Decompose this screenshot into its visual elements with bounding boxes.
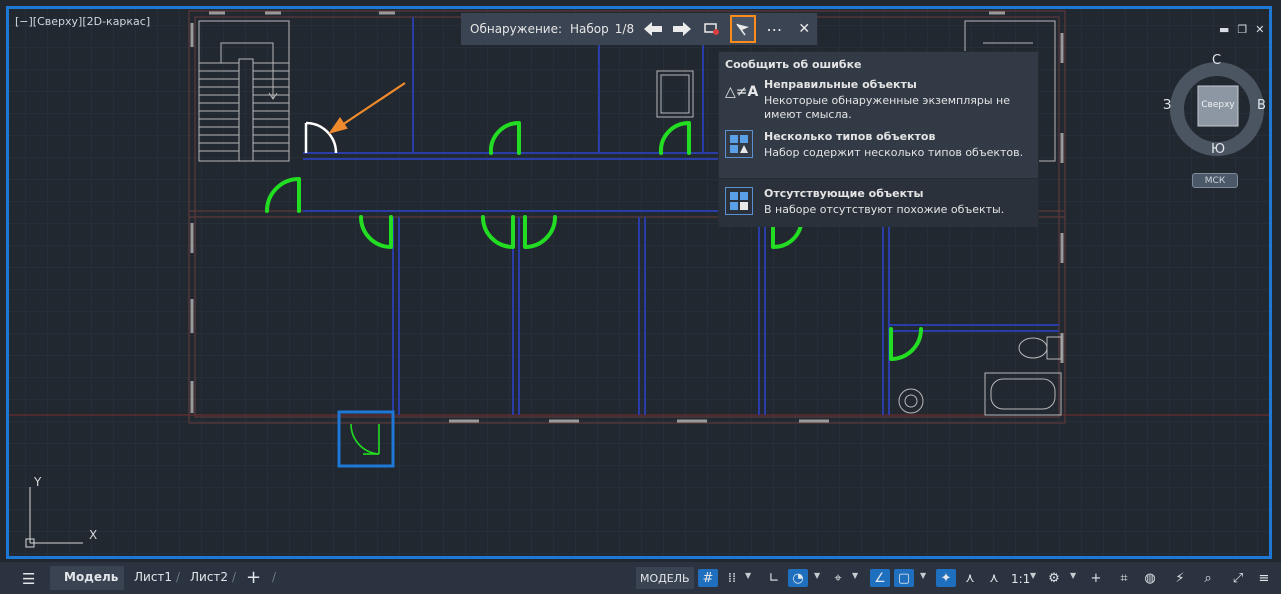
ucs-x-label: X <box>89 528 98 542</box>
annotation-scale-icon[interactable]: ⋏ <box>984 569 1004 587</box>
wcs-label: МСК <box>1204 175 1226 186</box>
viewport-window-controls: ▬ ❐ ✕ <box>1219 23 1265 36</box>
not-equal-icon: △≠A <box>725 84 759 100</box>
dynamic-ucs-icon[interactable]: ∠ <box>870 569 890 587</box>
hamburger-menu-icon[interactable]: ☰ <box>22 570 35 588</box>
zoom-selection-icon <box>703 23 719 35</box>
minimize-icon[interactable]: ▬ <box>1219 23 1229 36</box>
menu-item-missing-objects[interactable]: Отсутствующие объекты В наборе отсутству… <box>719 178 1038 227</box>
snap-icon[interactable]: ⁞⁞ <box>722 569 742 587</box>
menu-item-multiple-types[interactable]: Несколько типов объектов Набор содержит … <box>719 126 1038 178</box>
close-toolbar-button[interactable]: ✕ <box>792 15 817 43</box>
close-icon: ✕ <box>798 21 811 37</box>
tab-layout1[interactable]: Лист1 <box>134 570 172 584</box>
navcube[interactable]: Сверху С Ю З В <box>1163 53 1267 159</box>
fullscreen-icon[interactable]: ⤢ <box>1228 569 1248 587</box>
more-button[interactable]: ⋯ <box>762 15 787 43</box>
tab-model-label: Модель <box>64 570 119 584</box>
arrow-right-icon <box>673 22 692 36</box>
detect-toolbar: Обнаружение: Набор 1/8 ⋯ ✕ <box>461 13 817 45</box>
compass-west[interactable]: З <box>1163 98 1171 113</box>
status-bar: ☰ Модель Лист1 / Лист2 / + / МОДЕЛЬ # ⁞⁞… <box>0 562 1281 594</box>
units-icon[interactable]: ⌗ <box>1114 569 1134 587</box>
multiple-types-icon <box>725 130 753 158</box>
annotation-monitor-icon[interactable]: + <box>1086 569 1106 587</box>
grid-icon[interactable]: # <box>698 569 718 587</box>
object-snap-icon[interactable]: ▢ <box>894 569 914 587</box>
drawing-viewport[interactable]: [−][Сверху][2D-каркас] Y X ▬ ❐ ✕ Сверху … <box>6 6 1272 559</box>
annotation-scale-value[interactable]: 1:1 <box>1011 572 1030 586</box>
next-set-button[interactable] <box>670 15 695 43</box>
object-snap-dropdown-icon[interactable]: ▼ <box>920 571 926 580</box>
customization-menu-icon[interactable]: ≡ <box>1254 569 1274 587</box>
close-viewport-icon[interactable]: ✕ <box>1255 23 1264 36</box>
workspace-dropdown-icon[interactable]: ▼ <box>1070 571 1076 580</box>
isolate-objects-icon[interactable]: ◍ <box>1140 569 1160 587</box>
menu-item-desc: Некоторые обнаруженные экземпляры не име… <box>764 94 1010 121</box>
missing-objects-icon <box>725 187 753 215</box>
polar-dropdown-icon[interactable]: ▼ <box>814 571 820 580</box>
viewport-label[interactable]: [−][Сверху][2D-каркас] <box>15 15 150 28</box>
menu-item-title: Неправильные объекты <box>764 78 917 91</box>
flag-icon <box>736 23 750 36</box>
compass-east[interactable]: В <box>1257 98 1266 113</box>
clean-screen-search-icon[interactable]: ⌕ <box>1198 569 1218 587</box>
more-icon: ⋯ <box>766 19 784 39</box>
report-error-menu: Сообщить об ошибке △≠A Неправильные объе… <box>718 51 1039 227</box>
floor-plan-drawing <box>9 9 1269 556</box>
menu-item-incorrect-objects[interactable]: △≠A Неправильные объекты Некоторые обнар… <box>719 74 1038 126</box>
arrow-left-icon <box>643 22 662 36</box>
menu-item-title: Отсутствующие объекты <box>764 187 924 200</box>
report-menu-title: Сообщить об ошибке <box>725 58 862 71</box>
wcs-dropdown[interactable]: МСК <box>1192 173 1238 188</box>
tab-layout2[interactable]: Лист2 <box>190 570 228 584</box>
set-label: Набор <box>570 22 609 36</box>
snap-dropdown-icon[interactable]: ▼ <box>745 571 751 580</box>
menu-item-title: Несколько типов объектов <box>764 130 936 143</box>
compass-north[interactable]: С <box>1212 53 1221 68</box>
menu-item-desc: Набор содержит несколько типов объектов. <box>764 146 1024 159</box>
menu-item-desc: В наборе отсутствуют похожие объекты. <box>764 203 1005 216</box>
zoom-selection-button[interactable] <box>699 15 724 43</box>
ucs-y-label: Y <box>34 475 42 489</box>
previous-set-button[interactable] <box>640 15 665 43</box>
tab-separator: / <box>272 570 277 584</box>
auto-scale-icon[interactable]: ⋏ <box>960 569 980 587</box>
tab-separator: / <box>176 570 181 584</box>
tab-separator: / <box>232 570 237 584</box>
report-error-button[interactable] <box>730 15 757 43</box>
restore-icon[interactable]: ❐ <box>1237 23 1247 36</box>
detect-label: Обнаружение: <box>470 22 563 36</box>
osnap-dropdown-icon[interactable]: ▼ <box>852 571 858 580</box>
model-space-label: МОДЕЛЬ <box>640 572 690 585</box>
set-counter: 1/8 <box>614 22 635 36</box>
add-layout-icon[interactable]: + <box>246 567 261 588</box>
polar-icon[interactable]: ◔ <box>788 569 808 587</box>
hardware-acceleration-icon[interactable]: ⚡ <box>1170 569 1190 587</box>
navcube-top-face[interactable]: Сверху <box>1198 100 1238 110</box>
annotation-visibility-icon[interactable]: ✦ <box>936 569 956 587</box>
workspace-gear-icon[interactable]: ⚙ <box>1044 569 1064 587</box>
compass-south[interactable]: Ю <box>1211 142 1225 157</box>
ortho-icon[interactable]: ∟ <box>764 569 784 587</box>
osnap-tracking-icon[interactable]: ⌖ <box>828 569 848 587</box>
scale-dropdown-icon[interactable]: ▼ <box>1030 571 1036 580</box>
